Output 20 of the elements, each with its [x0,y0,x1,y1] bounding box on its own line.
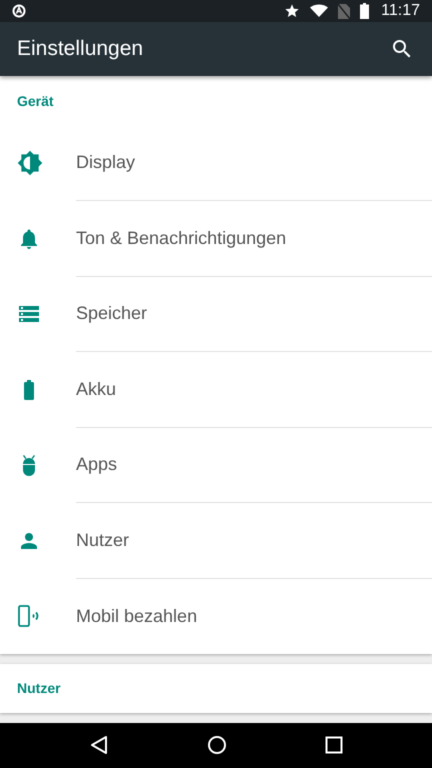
app-bar-title: Einstellungen [17,37,144,62]
notification-icon [12,4,26,18]
brightness-icon [17,150,43,176]
back-icon [89,735,109,756]
settings-item[interactable]: Display [0,125,432,201]
star-icon [284,3,300,20]
recents-icon [325,736,343,754]
section-header: Nutzer [17,680,61,696]
clock-time: 11:17 [381,2,420,20]
settings-item[interactable]: Nutzer [0,502,432,578]
settings-item[interactable]: Mobil bezahlen [0,578,432,654]
section-header: Gerät [17,92,54,109]
settings-item[interactable]: Ton & Benachrichtigungen [0,200,432,276]
settings-item[interactable]: Akku [0,352,432,428]
home-icon [207,735,227,756]
battery-icon [360,3,370,20]
settings-item[interactable]: Speicher [0,276,432,352]
no-sim-icon [338,4,350,19]
settings-item[interactable]: Apps [0,427,432,503]
wifi-icon [310,4,328,18]
